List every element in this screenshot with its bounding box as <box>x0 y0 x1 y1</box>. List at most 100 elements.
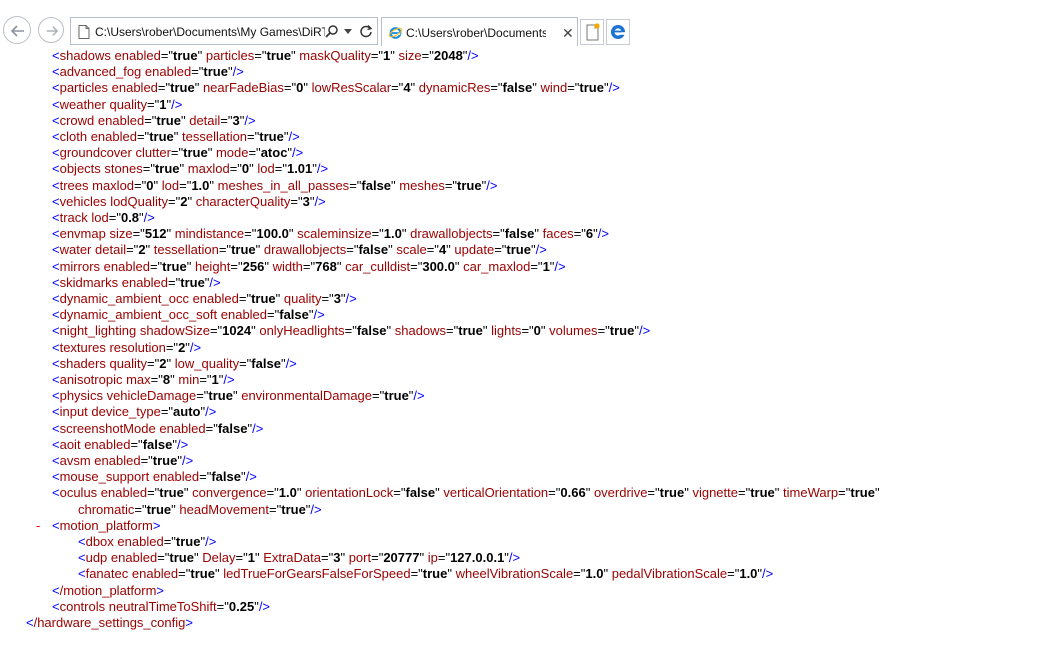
xml-attr-name: particles <box>205 48 255 63</box>
attr-quote: =" <box>216 598 229 614</box>
attr-quote: =" <box>170 145 184 161</box>
attr-quote: =" <box>838 485 851 501</box>
chevron-down-icon[interactable] <box>344 29 352 34</box>
xml-attr-value: true <box>259 129 284 144</box>
attr-quote: =" <box>597 323 610 339</box>
xml-attr-value: 1 <box>159 96 167 112</box>
xml-attr-value: true <box>457 177 482 193</box>
xml-attr-name: enabled <box>192 291 239 306</box>
xml-attr-value: 127.0.0.1 <box>450 550 505 566</box>
attr-quote: =" <box>157 80 171 96</box>
attr-quote: =" <box>157 550 170 566</box>
attr-quote: =" <box>492 226 505 242</box>
attr-quote: =" <box>199 469 212 485</box>
xml-attr-value: 2048 <box>433 48 463 63</box>
attr-quote: " <box>540 323 546 339</box>
xml-attr-name: max <box>126 372 151 387</box>
attr-quote: =" <box>370 48 384 63</box>
attr-quote: " <box>391 177 396 193</box>
xml-attr-name: enabled <box>117 534 164 549</box>
xml-tag-name: mirrors <box>59 258 101 274</box>
xml-line: <groundcover clutter="true" mode="atoc"/… <box>0 145 303 161</box>
xml-attr-name: enabled <box>131 566 179 582</box>
xml-attr-name: vignette <box>692 485 738 501</box>
back-button[interactable] <box>3 16 31 44</box>
angle-bracket: < <box>52 242 60 258</box>
attr-quote: =" <box>132 226 145 242</box>
xml-attr-name: enabled <box>220 307 268 323</box>
tag-end: /> <box>223 372 235 387</box>
open-edge-button[interactable] <box>606 19 630 45</box>
xml-tag-name: dynamic_ambient_occ <box>59 291 189 306</box>
xml-attr-name: size <box>109 226 133 242</box>
attr-quote: =" <box>567 80 580 96</box>
xml-line: chromatic="true" headMovement="true"/> <box>0 502 322 518</box>
xml-tag-name: night_lighting <box>59 323 137 339</box>
xml-attr-name: enabled <box>114 48 161 63</box>
xml-attr-value: 2 <box>138 242 146 258</box>
xml-attr-value: true <box>506 242 531 258</box>
xml-attr-name: characterQuality <box>195 193 291 209</box>
angle-bracket: < <box>52 193 60 209</box>
xml-attr-name: enabled <box>152 469 200 485</box>
tag-end: /> <box>245 469 257 485</box>
attr-quote: =" <box>346 242 359 258</box>
xml-attr-name: scale <box>396 242 427 258</box>
xml-attr-name: Delay <box>202 550 236 566</box>
angle-bracket: < <box>52 112 60 128</box>
new-tab-button[interactable] <box>580 19 604 45</box>
xml-attr-value: 100.0 <box>256 226 289 242</box>
xml-attr-name: min <box>178 372 200 387</box>
address-bar[interactable]: C:\Users\rober\Documents\My Games\DiRT R… <box>70 17 378 45</box>
attr-quote: =" <box>494 242 507 258</box>
search-icon[interactable] <box>325 24 339 38</box>
xml-attr-value: true <box>170 80 195 96</box>
xml-attr-name: enabled <box>121 274 169 290</box>
xml-line: <skidmarks enabled="true"/> <box>0 275 221 291</box>
attr-quote: " <box>254 550 260 566</box>
xml-attr-name: onlyHeadlights <box>259 323 345 339</box>
attr-quote: =" <box>229 161 242 177</box>
attr-quote: =" <box>302 258 316 274</box>
xml-tag-name: physics <box>59 388 103 404</box>
xml-attr-name: enabled <box>144 64 192 80</box>
xml-attr-name: meshes_in_all_passes <box>217 177 350 193</box>
attr-quote: " <box>454 258 460 274</box>
attr-quote: =" <box>163 534 176 549</box>
xml-attr-name: maskQuality <box>299 48 371 63</box>
refresh-icon[interactable] <box>359 24 373 38</box>
xml-attr-value: 2 <box>159 355 167 371</box>
xml-line: </hardware_settings_config> <box>0 615 193 631</box>
attr-quote: =" <box>548 485 561 501</box>
xml-line: <aoit enabled="false"/> <box>0 437 188 453</box>
collapse-toggle[interactable]: - <box>36 518 40 534</box>
xml-attr-value: 3 <box>302 193 310 209</box>
address-text[interactable]: C:\Users\rober\Documents\My Games\DiRT R… <box>95 25 325 39</box>
xml-attr-value: true <box>162 258 187 274</box>
tag-end: /> <box>205 404 217 420</box>
xml-tag-name: avsm <box>59 453 91 468</box>
xml-attr-name: tessellation <box>153 242 219 258</box>
xml-tag-name: crowd <box>59 112 95 128</box>
xml-attr-value: false <box>502 80 533 96</box>
angle-bracket: < <box>26 615 34 630</box>
tag-end: /> <box>288 129 300 144</box>
forward-button[interactable] <box>38 17 64 43</box>
tab-active[interactable]: C:\Users\rober\Documents\My Games\DiRT R… <box>381 17 578 46</box>
tag-end: /> <box>345 291 357 306</box>
ie-logo-icon <box>388 27 403 39</box>
attr-quote: =" <box>136 129 150 144</box>
xml-line: <shaders quality="2" low_quality="false"… <box>0 356 297 372</box>
xml-attr-name: update <box>454 242 495 258</box>
xml-attr-value: false <box>405 485 436 501</box>
xml-attr-name: quality <box>109 355 148 371</box>
xml-attr-name: lights <box>491 323 522 339</box>
xml-tag-name: aoit <box>59 436 81 452</box>
xml-attr-name: neutralTimeToShift <box>108 598 217 614</box>
xml-attr-value: 4 <box>403 80 411 96</box>
xml-attr-value: 0 <box>533 323 541 339</box>
angle-bracket: < <box>52 453 60 468</box>
xml-attr-name: enabled <box>110 550 158 566</box>
close-tab-icon[interactable]: ✕ <box>562 26 574 40</box>
attr-quote: =" <box>290 193 303 209</box>
